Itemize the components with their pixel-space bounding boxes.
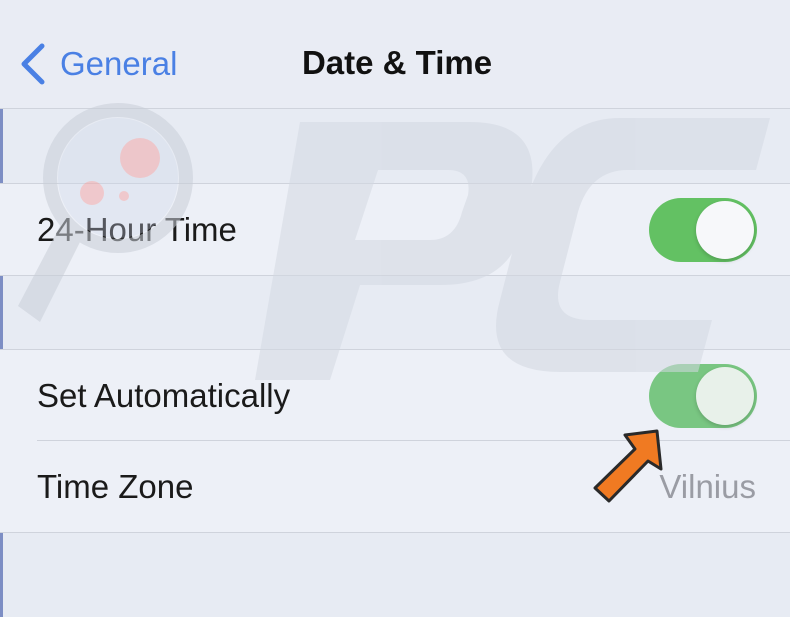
setting-label-24-hour-time: 24-Hour Time (37, 210, 237, 248)
toggle-knob (696, 200, 754, 259)
toggle-knob (696, 366, 754, 425)
navigation-bar: General Date & Time (0, 0, 790, 109)
toggle-set-automatically[interactable] (649, 363, 757, 428)
setting-row-24-hour-time: 24-Hour Time (0, 184, 790, 275)
settings-group-time-format: 24-Hour Time (0, 183, 790, 276)
toggle-24-hour-time[interactable] (649, 197, 757, 262)
page-title: Date & Time (301, 44, 493, 81)
pointer-arrow-icon (593, 429, 663, 503)
setting-label-set-automatically: Set Automatically (37, 376, 291, 414)
setting-label-time-zone: Time Zone (37, 467, 194, 505)
